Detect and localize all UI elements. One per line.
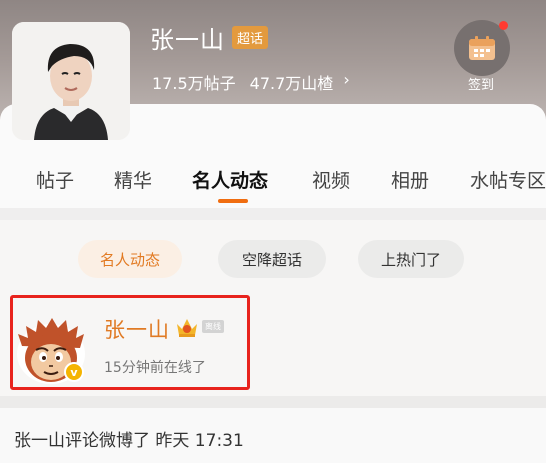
chip-trending[interactable]: 上热门了 [358,240,464,278]
avatar[interactable] [12,22,130,140]
tab-featured[interactable]: 精华 [114,166,152,193]
page-title: 张一山 [150,26,225,54]
fans-label: 山楂 [301,74,334,93]
super-topic-badge: 超话 [232,26,269,49]
tab-water-posts[interactable]: 水帖专区 [470,166,546,193]
highlight-box [10,295,250,390]
tab-albums[interactable]: 相册 [391,166,429,193]
stats-row[interactable]: 17.5万 帖子 47.7万 山楂 › [152,70,350,94]
chevron-right-icon: › [343,70,350,89]
chip-airdrop[interactable]: 空降超话 [218,240,326,278]
tab-bar: 帖子 精华 名人动态 视频 相册 水帖专区 [0,166,546,196]
avatar-photo [12,22,130,140]
checkin-button[interactable] [454,20,510,76]
checkin-label: 签到 [468,78,495,93]
tab-posts[interactable]: 帖子 [36,166,74,193]
posts-count: 17.5万 [152,74,204,93]
notification-dot [499,21,508,30]
calendar-icon [469,36,495,60]
active-tab-indicator [218,199,248,203]
chip-celebrity-updates[interactable]: 名人动态 [78,240,182,278]
posts-label: 帖子 [203,74,236,93]
section-divider [0,396,546,408]
fans-count: 47.7万 [249,74,302,93]
tab-celebrity-updates[interactable]: 名人动态 [192,166,268,193]
tab-videos[interactable]: 视频 [312,166,350,193]
activity-text: 张一山评论微博了 昨天 17:31 [14,431,244,451]
